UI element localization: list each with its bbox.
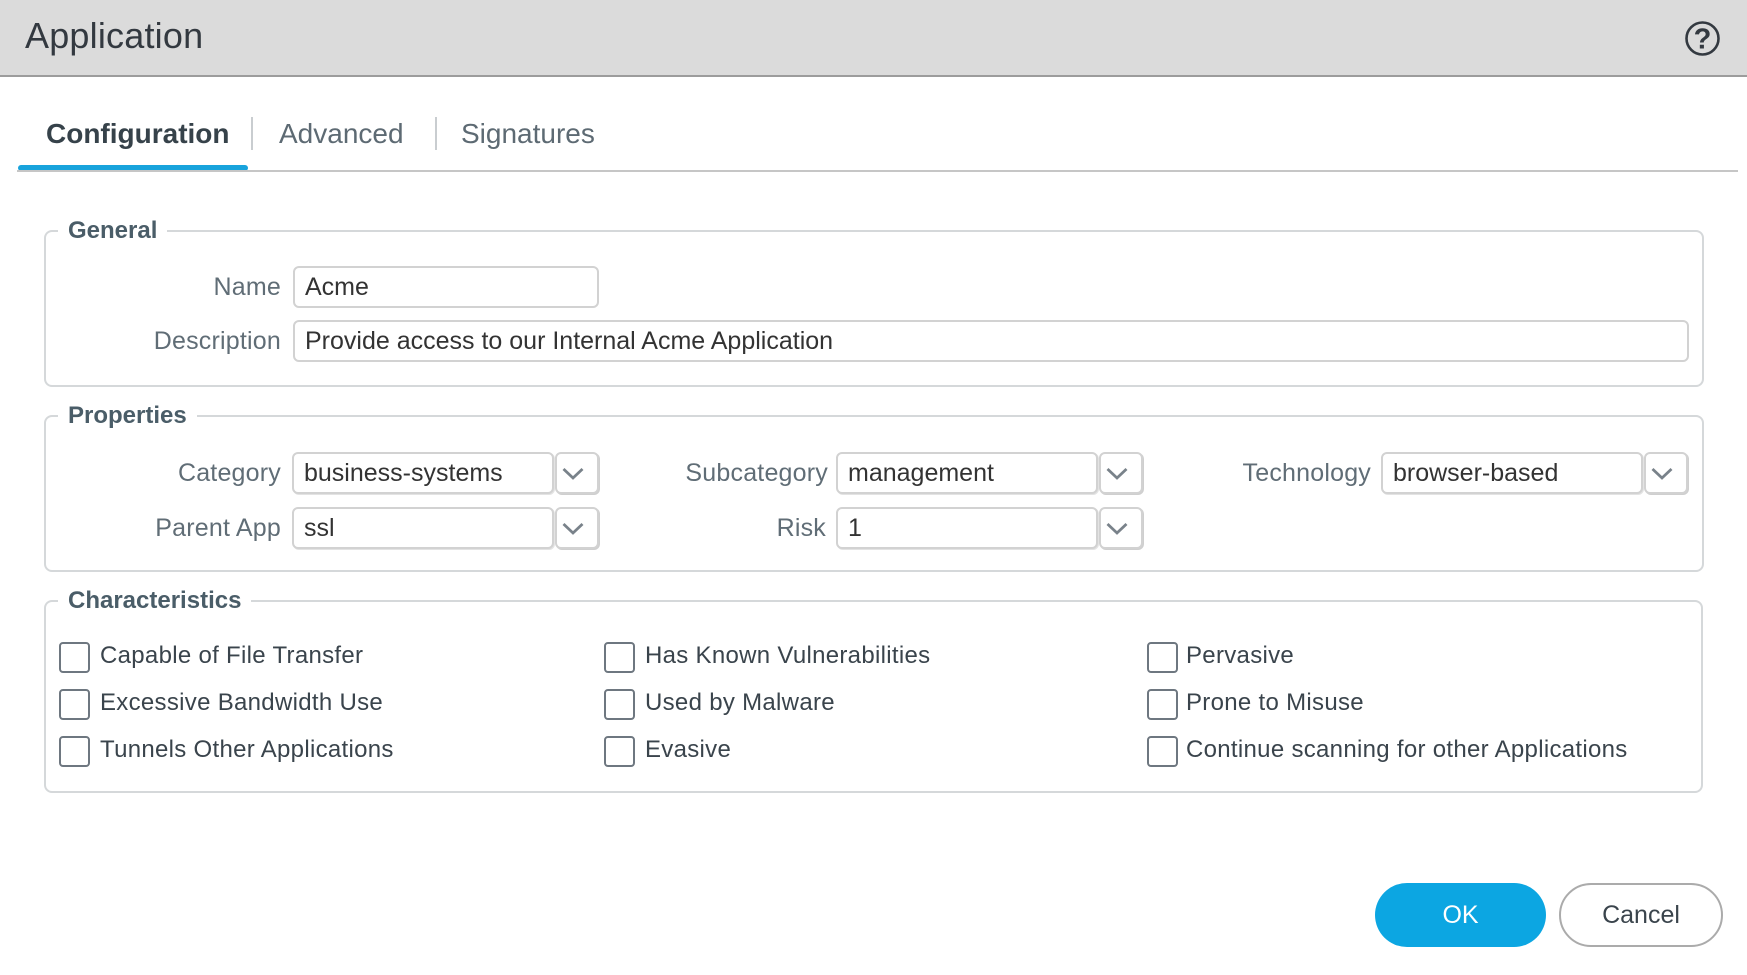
svg-text:?: ? <box>1694 24 1712 56</box>
